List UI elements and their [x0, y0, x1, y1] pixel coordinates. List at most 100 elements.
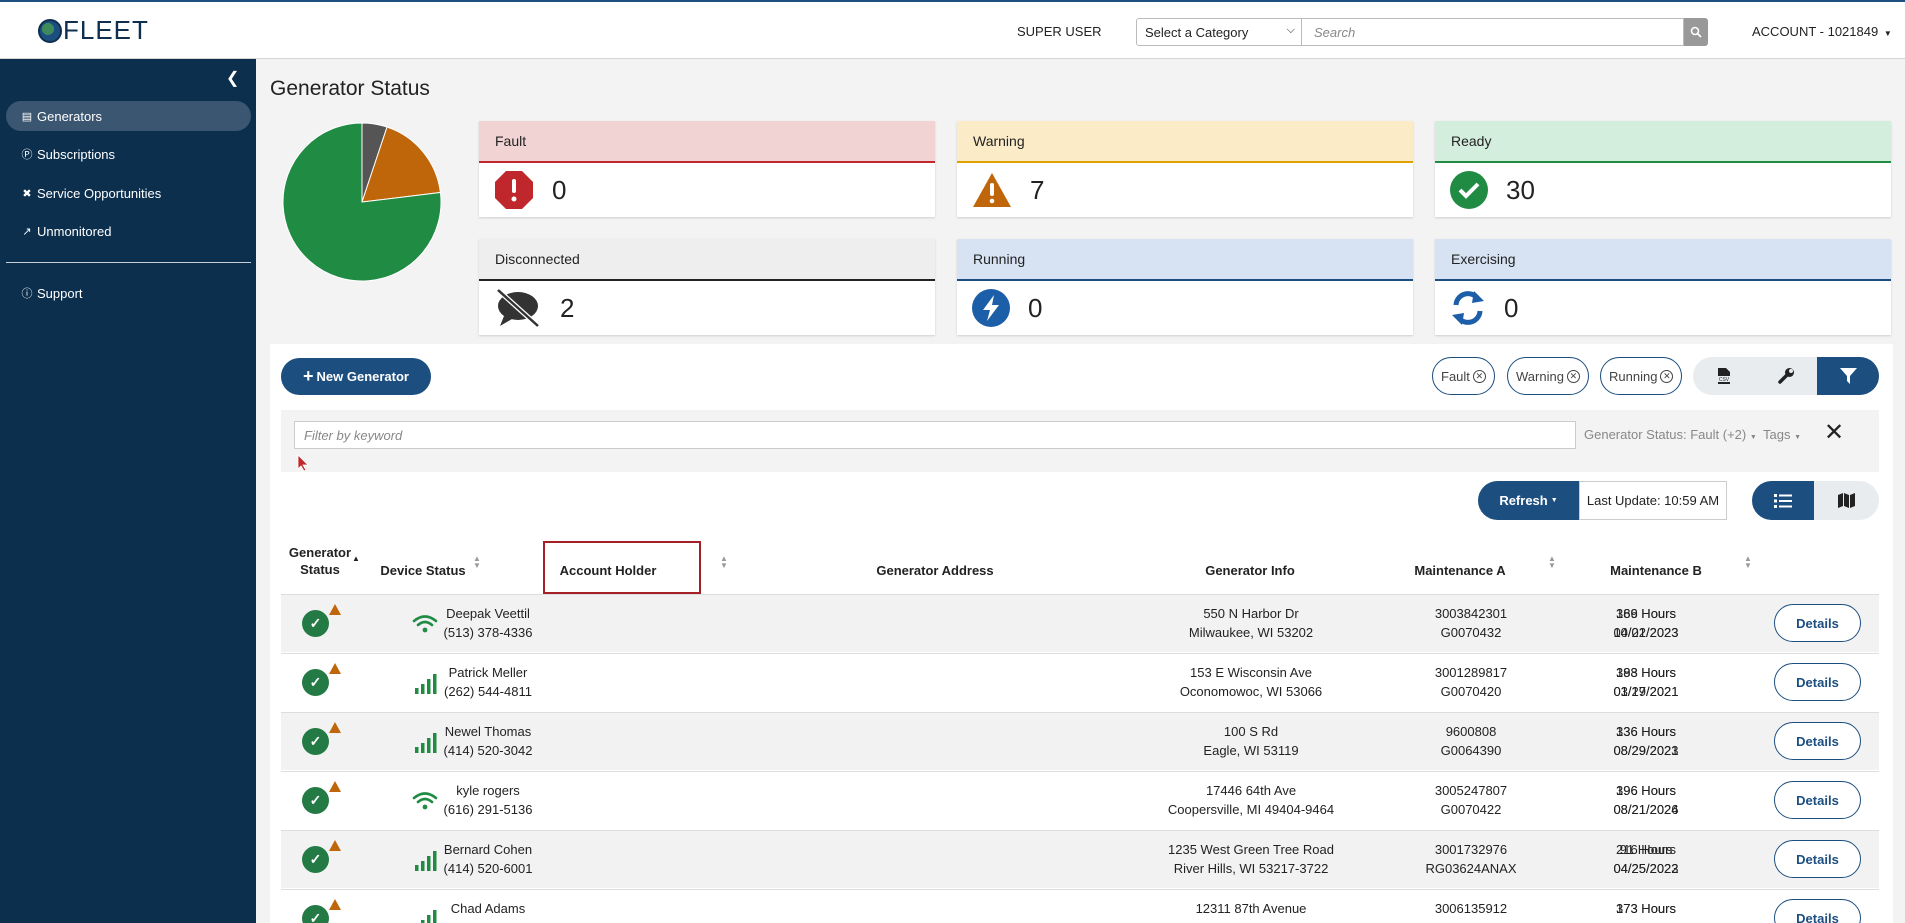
new-generator-label: New Generator [316, 369, 409, 384]
cell-text: 3006135912 [1434, 901, 1508, 916]
ready-check-icon: ✓ [302, 669, 329, 696]
remove-chip-icon[interactable]: ✕ [1566, 369, 1580, 383]
table-row[interactable]: ✓ Patrick Meller (262) 544-4811 153 E Wisco… [281, 653, 1879, 711]
cell-text: 366 Hours [1616, 606, 1676, 621]
status-card-disconnected[interactable]: Disconnected 2 [479, 239, 935, 335]
details-button[interactable]: Details [1774, 663, 1861, 701]
status-card-fault[interactable]: Fault 0 [479, 121, 935, 217]
cell-text: 396 Hours [1616, 783, 1676, 798]
generator-address-cell: 100 S Rd Eagle, WI 53119 [1141, 722, 1361, 760]
sidebar-item-label: Subscriptions [37, 146, 116, 162]
status-card-ready[interactable]: Ready 30 [1435, 121, 1891, 217]
fleet-logo[interactable]: FLEET [38, 15, 149, 46]
filter-chip-running[interactable]: Running ✕ [1600, 357, 1683, 395]
search-button[interactable] [1684, 18, 1708, 46]
table-row[interactable]: ✓ Deepak Veettil (513) 378-4336 550 N Harbo… [281, 594, 1879, 652]
sidebar-item-support[interactable]: ⓘ Support [6, 278, 251, 308]
map-icon [1837, 493, 1855, 508]
table-row[interactable]: ✓ kyle rogers (616) 291-5136 17446 64th Ave… [281, 771, 1879, 829]
cell-text: 08/29/2023 [1613, 743, 1679, 758]
cell-text: Eagle, WI 53119 [1203, 743, 1299, 758]
details-label: Details [1796, 792, 1839, 808]
details-label: Details [1796, 910, 1839, 923]
column-header-generator-status[interactable]: Generator Status [285, 544, 355, 578]
status-card-exercising[interactable]: Exercising 0 [1435, 239, 1891, 335]
caret-down-icon: ▼ [1883, 29, 1892, 38]
sidebar-item-subscriptions[interactable]: Ⓟ Subscriptions [6, 139, 251, 169]
column-header-maintenance-b[interactable]: Maintenance B [1596, 563, 1716, 578]
ready-check-icon: ✓ [302, 787, 329, 814]
check-circle-icon [1450, 171, 1488, 209]
keyword-filter-input[interactable]: Filter by keyword [294, 421, 1576, 449]
generator-status-filter-label: Generator Status: Fault (+2) [1584, 427, 1747, 442]
sort-icon[interactable]: ▲ ▼ [1744, 555, 1752, 570]
cell-text: 336 Hours [1616, 724, 1676, 739]
close-filter-icon[interactable]: ✕ [1824, 418, 1844, 447]
details-label: Details [1796, 674, 1839, 690]
cell-text: Deepak Veettil [446, 606, 530, 621]
cell-text: River Hills, WI 53217-3722 [1173, 861, 1329, 876]
cell-text: 373 Hours [1616, 901, 1676, 916]
list-view-button[interactable] [1752, 481, 1814, 520]
cell-text: Oconomowoc, WI 53066 [1179, 684, 1323, 699]
account-holder-cell: Deepak Veettil (513) 378-4336 [423, 604, 553, 642]
sidebar-item-generators[interactable]: ▤ Generators [6, 101, 251, 131]
sort-asc-icon[interactable]: ▲ [352, 555, 360, 563]
remove-chip-icon[interactable]: ✕ [1660, 369, 1674, 383]
header-text: Status [300, 562, 340, 577]
logo-text: FLEET [63, 15, 149, 45]
sidebar-item-label: Service Opportunities [37, 185, 162, 201]
tags-filter-dropdown[interactable]: Tags ▼ [1763, 427, 1801, 442]
table-row[interactable]: ✓ Chad Adams 12311 87th Avenue 3006135912 17… [281, 889, 1879, 923]
dollar-circle-icon: Ⓟ [21, 149, 33, 161]
column-header-device-status[interactable]: Device Status [378, 563, 468, 578]
card-count: 30 [1506, 174, 1535, 205]
chevron-down-icon: ⌵ [1286, 24, 1295, 36]
table-row[interactable]: ✓ Bernard Cohen (414) 520-6001 1235 West Gr… [281, 830, 1879, 888]
details-button[interactable]: Details [1774, 604, 1861, 642]
category-select[interactable]: Select a Category ⌵ [1136, 18, 1302, 46]
map-view-button[interactable] [1814, 481, 1879, 520]
generator-status-filter-dropdown[interactable]: Generator Status: Fault (+2) ▼ [1584, 427, 1757, 442]
remove-chip-icon[interactable]: ✕ [1472, 369, 1486, 383]
collapse-sidebar-icon[interactable]: ❮ [226, 68, 239, 88]
ready-check-icon: ✓ [302, 846, 329, 873]
details-button[interactable]: Details [1774, 899, 1861, 923]
status-card-running[interactable]: Running 0 [957, 239, 1413, 335]
sort-icon[interactable]: ▲ ▼ [473, 555, 481, 570]
column-header-generator-info[interactable]: Generator Info [1190, 563, 1310, 578]
card-title: Running [957, 239, 1413, 281]
filter-chip-warning[interactable]: Warning ✕ [1507, 357, 1589, 395]
filter-chip-fault[interactable]: Fault ✕ [1432, 357, 1495, 395]
status-card-warning[interactable]: Warning 7 [957, 121, 1413, 217]
column-header-maintenance-a[interactable]: Maintenance A [1400, 563, 1520, 578]
sidebar-item-unmonitored[interactable]: ↗ Unmonitored [6, 216, 251, 246]
filter-toggle-button[interactable] [1817, 357, 1879, 395]
header-text: Generator [288, 545, 352, 560]
details-button[interactable]: Details [1774, 781, 1861, 819]
cell-text: kyle rogers [456, 783, 520, 798]
sidebar: ❮ ▤ Generators Ⓟ Subscriptions ✖ Service… [0, 59, 256, 923]
maintenance-b-cell: 336 Hours 08/29/2023 [1596, 722, 1696, 760]
details-button[interactable]: Details [1774, 840, 1861, 878]
export-csv-button[interactable]: CSV [1693, 357, 1755, 395]
search-input[interactable]: Search [1302, 18, 1684, 46]
sort-icon[interactable]: ▲ ▼ [720, 555, 728, 570]
sort-icon[interactable]: ▲ ▼ [1548, 555, 1556, 570]
cell-text: Milwaukee, WI 53202 [1188, 625, 1314, 640]
column-header-generator-address[interactable]: Generator Address [855, 563, 1015, 578]
cell-text: 100 S Rd [1223, 724, 1279, 739]
maintenance-button[interactable] [1755, 357, 1817, 395]
chart-line-icon: ↗ [22, 225, 32, 238]
details-button[interactable]: Details [1774, 722, 1861, 760]
caret-down-icon: ▼ [1749, 434, 1757, 441]
generator-info-cell: 3001732976 RG03624ANAX [1401, 840, 1541, 878]
card-count: 0 [552, 174, 567, 205]
globe-logo-icon [38, 18, 62, 43]
table-row[interactable]: ✓ Newel Thomas (414) 520-3042 100 S Rd Eagle… [281, 712, 1879, 770]
sidebar-item-service-opportunities[interactable]: ✖ Service Opportunities [6, 178, 251, 208]
new-generator-button[interactable]: + New Generator [281, 358, 431, 395]
refresh-dropdown-button[interactable]: Refresh ▼ [1478, 481, 1579, 520]
cell-text: 04/25/2023 [1613, 861, 1679, 876]
account-dropdown[interactable]: ACCOUNT - 1021849 ▼ [1752, 24, 1892, 39]
